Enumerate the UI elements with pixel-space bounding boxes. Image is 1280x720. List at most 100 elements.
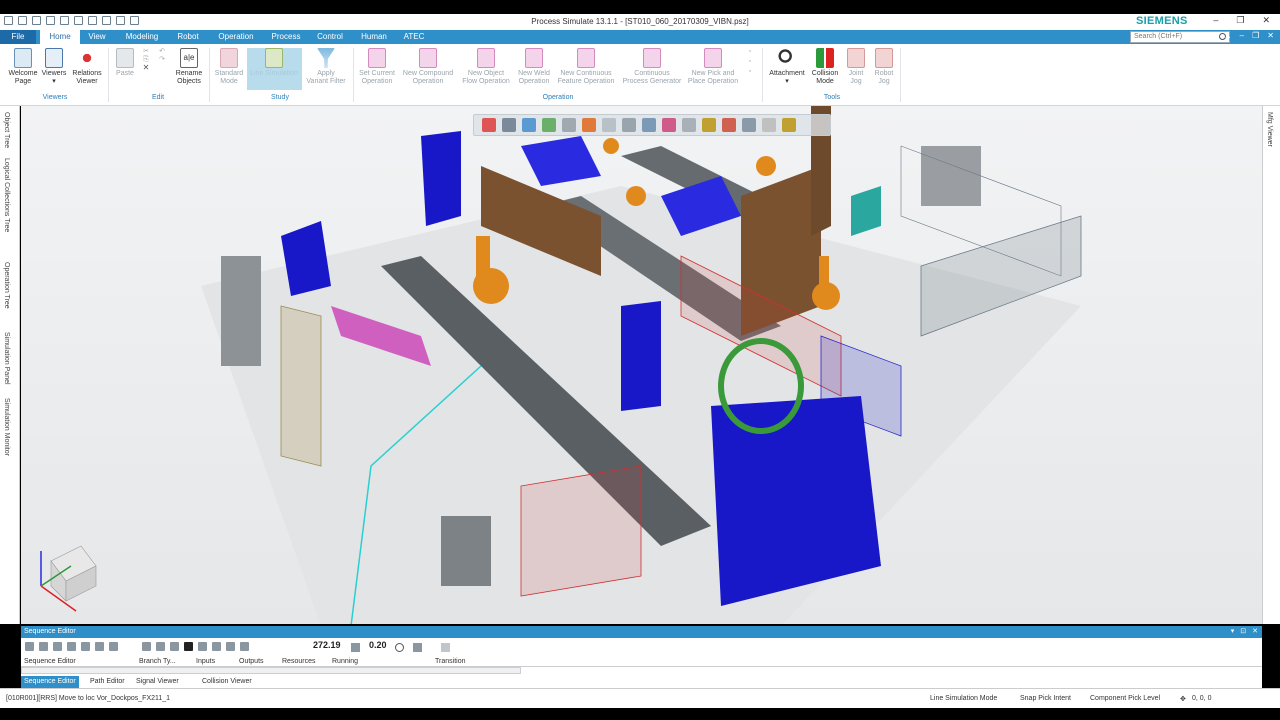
view-style-icon[interactable] [542,118,556,132]
link-icon[interactable] [25,642,34,651]
tab-file[interactable]: File [0,30,36,44]
new-compound-operation-button[interactable]: New Compound Operation [399,48,457,86]
unlink-icon[interactable] [39,642,48,651]
tab-home[interactable]: Home [40,30,80,44]
pin-icon[interactable]: ⊡ [1240,626,1246,638]
play-forward-icon[interactable] [198,642,207,651]
simulation-mode-status[interactable]: Line Simulation Mode [930,695,997,702]
col-running[interactable]: Running [332,658,358,665]
new-object-flow-operation-button[interactable]: New Object Flow Operation [458,48,514,86]
zoom-fit-icon[interactable] [81,642,90,651]
graphic-viewer[interactable] [21,106,1262,624]
clock-icon[interactable] [395,643,404,652]
new-pick-place-operation-button[interactable]: New Pick and Place Operation [684,48,742,86]
measure-icon[interactable] [702,118,716,132]
settings-icon[interactable] [762,118,776,132]
tab-collision-viewer[interactable]: Collision Viewer [199,676,255,688]
zoom-icon[interactable] [502,118,516,132]
step-back-icon[interactable] [156,642,165,651]
zoom-to-fit-icon[interactable] [482,118,496,132]
maximize-button[interactable]: ❐ [1236,15,1244,26]
display-icon[interactable] [682,118,696,132]
col-outputs[interactable]: Outputs [239,658,264,665]
snap-icon[interactable] [602,118,616,132]
line-simulation-mode-button[interactable]: Line Simulation [248,48,300,78]
tab-object-tree[interactable]: Object Tree [3,112,10,148]
pause-icon[interactable] [184,642,193,651]
monitor-icon[interactable] [413,643,422,652]
tab-robot[interactable]: Robot [172,30,204,44]
tab-human[interactable]: Human [356,30,392,44]
cube-icon[interactable] [662,118,676,132]
tab-process[interactable]: Process [268,30,304,44]
loop-icon[interactable] [240,642,249,651]
tab-modeling[interactable]: Modeling [120,30,164,44]
welcome-page-button[interactable]: Welcome Page [6,48,40,86]
new-weld-operation-button[interactable]: New Weld Operation [514,48,554,86]
chevron-up-icon[interactable]: ▲ [1224,31,1232,40]
zoom-area-icon[interactable] [95,642,104,651]
col-transition[interactable]: Transition [435,658,465,665]
tab-simulation-panel[interactable]: Simulation Panel [3,332,10,385]
cut-icon[interactable]: ✂ [140,48,152,56]
time-icon[interactable] [351,643,360,652]
color-icon[interactable] [582,118,596,132]
delete-icon[interactable]: ✕ [140,64,152,72]
component-pick-level[interactable]: Component Pick Level [1090,695,1160,702]
chevron-down-icon[interactable]: ▾ [1231,626,1235,638]
tab-signal-viewer[interactable]: Signal Viewer [133,676,182,688]
tab-operation-tree[interactable]: Operation Tree [3,262,10,309]
snap-pick-intent[interactable]: Snap Pick Intent [1020,695,1071,702]
new-continuous-feature-operation-button[interactable]: New Continuous Feature Operation [554,48,618,86]
relations-viewer-button[interactable]: Relations Viewer [70,48,104,86]
apply-variant-filter-button[interactable]: Apply Variant Filter [302,48,350,86]
paste-button[interactable]: Paste [112,48,138,78]
section-icon[interactable] [642,118,656,132]
tab-view[interactable]: View [84,30,110,44]
search-input[interactable]: Search (Ctrl+F) [1130,31,1230,43]
tab-mfg-viewer[interactable]: Mfg Viewer [1266,112,1273,147]
col-branch-type[interactable]: Branch Ty... [139,658,176,665]
close-icon[interactable]: ✕ [1252,626,1258,638]
continuous-process-generator-button[interactable]: Continuous Process Generator [620,48,684,86]
viewers-button[interactable]: Viewers ▾ [38,48,70,86]
collision-mode-button[interactable]: Collision Mode [808,48,842,86]
standard-mode-button[interactable]: Standard Mode [212,48,246,86]
close-button[interactable]: ✕ [1262,15,1270,26]
play-backward-icon[interactable] [170,642,179,651]
zoom-in-icon[interactable] [53,642,62,651]
collision-icon[interactable] [722,118,736,132]
small-op-icon-1[interactable]: ▫ [744,48,756,58]
small-op-icon-3[interactable]: ▫ [744,68,756,78]
time-step[interactable]: 0.20 [369,640,387,650]
joint-jog-button[interactable]: Joint Jog [842,48,870,86]
placement-icon[interactable] [622,118,636,132]
jump-end-icon[interactable] [226,642,235,651]
undo-small-icon[interactable]: ↶ [156,48,168,56]
tab-path-editor[interactable]: Path Editor [87,676,128,688]
small-op-icon-2[interactable]: ▫ [744,58,756,68]
set-current-operation-button[interactable]: Set Current Operation [356,48,398,86]
step-forward-icon[interactable] [212,642,221,651]
tab-simulation-monitor[interactable]: Simulation Monitor [3,398,10,456]
selection-icon[interactable] [562,118,576,132]
ruler-icon[interactable] [782,118,796,132]
jump-start-icon[interactable] [142,642,151,651]
tab-sequence-editor[interactable]: Sequence Editor [21,676,79,688]
col-sequence-editor[interactable]: Sequence Editor [24,658,76,665]
minimize-ribbon-icon[interactable]: – [1240,31,1244,40]
tab-atec[interactable]: ATEC [400,30,428,44]
col-inputs[interactable]: Inputs [196,658,215,665]
attachment-button[interactable]: Attachment ▾ [766,48,808,86]
close-doc-icon[interactable]: ✕ [1267,31,1274,40]
redo-small-icon[interactable]: ↷ [156,56,168,64]
pan-icon[interactable] [522,118,536,132]
gantt-icon[interactable] [109,642,118,651]
rename-objects-button[interactable]: a|e Rename Objects [172,48,206,86]
horizontal-scrollbar[interactable] [21,667,521,674]
tab-logical-collections-tree[interactable]: Logical Collections Tree [3,158,10,232]
settings-small-icon[interactable] [441,643,450,652]
robot-jog-button[interactable]: Robot Jog [870,48,898,86]
zoom-out-icon[interactable] [67,642,76,651]
tab-operation[interactable]: Operation [212,30,260,44]
